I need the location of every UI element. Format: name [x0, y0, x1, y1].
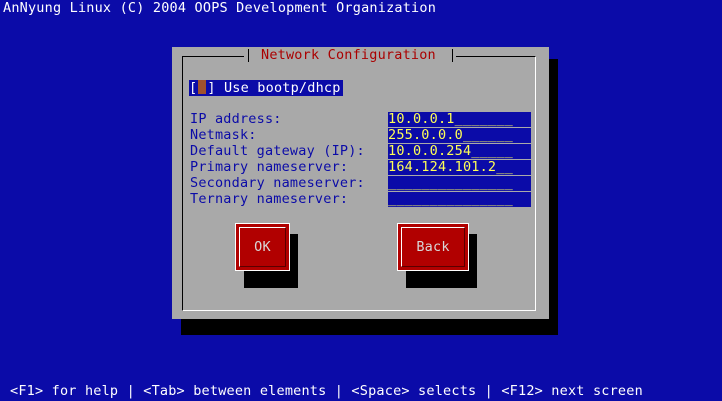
ternary-nameserver-label: Ternary nameserver: — [190, 191, 349, 207]
checkbox-bracket-open: [ — [189, 80, 198, 96]
secondary-nameserver-field[interactable]: _______________ — [388, 176, 531, 191]
network-configuration-dialog: Network Configuration [] Use bootp/dhcp … — [172, 47, 549, 319]
checkbox-bracket-close: ] — [207, 80, 216, 96]
ip-address-label: IP address: — [190, 111, 282, 127]
back-button[interactable]: Back — [397, 223, 469, 271]
title-separator-left — [248, 49, 249, 62]
help-line: <F1> for help | <Tab> between elements |… — [10, 383, 643, 399]
dhcp-label: Use bootp/dhcp — [223, 80, 341, 96]
dhcp-checkbox[interactable]: [] Use bootp/dhcp — [189, 80, 343, 96]
dialog-title: Network Configuration — [261, 47, 436, 63]
default-gateway-field[interactable]: 10.0.0.254_____ — [388, 144, 531, 159]
back-button-label: Back — [401, 227, 465, 267]
secondary-nameserver-label: Secondary nameserver: — [190, 175, 365, 191]
ok-button[interactable]: OK — [235, 223, 290, 271]
ok-button-label: OK — [239, 227, 286, 267]
netmask-label: Netmask: — [190, 127, 257, 143]
primary-nameserver-field[interactable]: 164.124.101.2__ — [388, 160, 531, 175]
system-banner: AnNyung Linux (C) 2004 OOPS Development … — [3, 0, 437, 16]
text-cursor — [198, 80, 207, 94]
title-separator-right — [452, 49, 453, 62]
netmask-field[interactable]: 255.0.0.0______ — [388, 128, 531, 143]
ternary-nameserver-field[interactable]: _______________ — [388, 192, 531, 207]
default-gateway-label: Default gateway (IP): — [190, 143, 365, 159]
ip-address-field[interactable]: 10.0.0.1_______ — [388, 112, 531, 127]
primary-nameserver-label: Primary nameserver: — [190, 159, 349, 175]
